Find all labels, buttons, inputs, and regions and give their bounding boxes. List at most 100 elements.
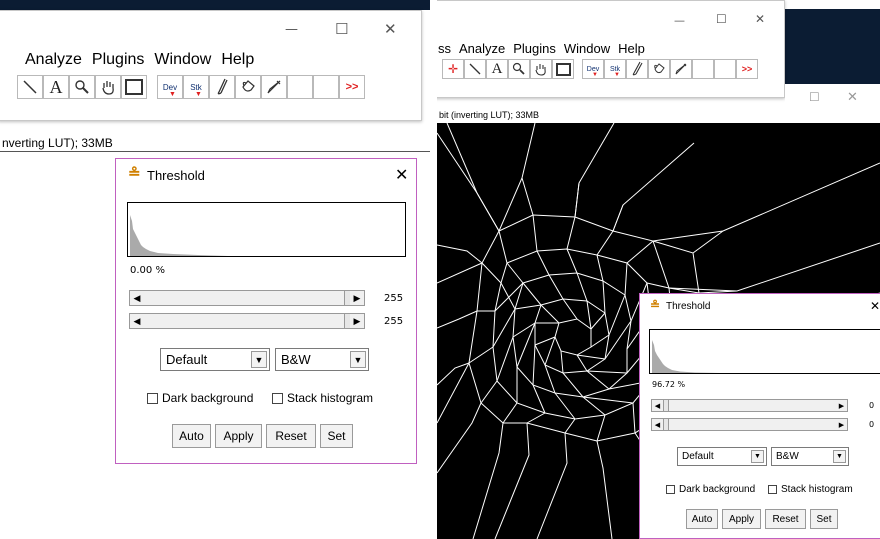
- histogram-bars: [652, 340, 720, 373]
- auto-button[interactable]: Auto: [172, 424, 211, 448]
- imagej-main-window: — ☐ ✕ ss Analyze Plugins Window Help ✛ A: [437, 0, 785, 98]
- reset-button[interactable]: Reset: [765, 509, 806, 529]
- empty-tool-slot[interactable]: [313, 75, 339, 99]
- brush-icon: [217, 78, 228, 95]
- stack-menu-tool[interactable]: Stk ▼: [183, 75, 209, 99]
- apply-button[interactable]: Apply: [722, 509, 761, 529]
- auto-button[interactable]: Auto: [686, 509, 718, 529]
- slider-left-arrow-icon[interactable]: ◀: [130, 291, 144, 305]
- menu-window[interactable]: Window: [154, 51, 211, 69]
- brush-tool[interactable]: [626, 59, 648, 79]
- threshold-dialog: ≗ Threshold ✕ 96.72 % ◀ ▶ 0 ◀ ▶ 0 Defaul…: [639, 293, 880, 539]
- stack-histogram-checkbox[interactable]: Stack histogram: [272, 391, 373, 405]
- dark-background-checkbox[interactable]: Dark background: [666, 484, 755, 495]
- histogram-plot: [127, 202, 406, 257]
- dark-background-checkbox[interactable]: Dark background: [147, 391, 253, 405]
- toolbar: A Dev ▼ Stk ▼ >>: [17, 75, 365, 99]
- magnifier-tool[interactable]: [508, 59, 530, 79]
- checkbox-box[interactable]: [272, 392, 283, 404]
- close-button[interactable]: ✕: [755, 13, 765, 25]
- brush-icon: [632, 61, 643, 76]
- empty-tool-slot[interactable]: [714, 59, 736, 79]
- color-swatch-icon: [125, 79, 143, 95]
- min-threshold-slider[interactable]: ◀ ▶: [651, 399, 848, 412]
- max-threshold-slider[interactable]: ◀ ▶: [651, 418, 848, 431]
- menu-help[interactable]: Help: [618, 41, 645, 56]
- pencil-tool[interactable]: [670, 59, 692, 79]
- line-icon: [23, 80, 37, 94]
- checkbox-box[interactable]: [147, 392, 158, 404]
- minimize-button[interactable]: —: [674, 15, 685, 26]
- checkbox-box[interactable]: [768, 485, 777, 494]
- method-select[interactable]: Default ▼: [677, 447, 767, 466]
- more-tools-button[interactable]: >>: [736, 59, 758, 79]
- slider-right-arrow-icon[interactable]: ▶: [836, 400, 847, 411]
- dialog-close-button[interactable]: ✕: [870, 299, 880, 313]
- reset-button[interactable]: Reset: [266, 424, 316, 448]
- method-select[interactable]: Default ▼: [160, 348, 270, 371]
- close-button[interactable]: ✕: [384, 22, 397, 37]
- menu-analyze[interactable]: Analyze: [25, 51, 82, 69]
- magnifier-icon: [75, 80, 89, 94]
- more-tools-button[interactable]: >>: [339, 75, 365, 99]
- slider-right-arrow-icon[interactable]: ▶: [836, 419, 847, 430]
- menu-plugins[interactable]: Plugins: [513, 41, 556, 56]
- menu-process-partial[interactable]: ss: [438, 41, 451, 56]
- chevron-down-icon: ▼: [251, 351, 267, 368]
- stack-histogram-checkbox[interactable]: Stack histogram: [768, 484, 853, 495]
- menu-analyze[interactable]: Analyze: [459, 41, 505, 56]
- histogram-plot: [649, 329, 880, 374]
- slider-thumb[interactable]: [663, 400, 669, 411]
- brush-tool[interactable]: [209, 75, 235, 99]
- text-tool[interactable]: A: [486, 59, 508, 79]
- checkbox-box[interactable]: [666, 485, 675, 494]
- set-button[interactable]: Set: [320, 424, 353, 448]
- color-picker-tool[interactable]: [121, 75, 147, 99]
- empty-tool-slot[interactable]: [287, 75, 313, 99]
- developer-menu-tool[interactable]: Dev ▼: [582, 59, 604, 79]
- slider-left-arrow-icon[interactable]: ◀: [130, 314, 144, 328]
- menu-plugins[interactable]: Plugins: [92, 51, 144, 69]
- hand-tool[interactable]: [95, 75, 121, 99]
- maximize-button[interactable]: ☐: [335, 22, 348, 37]
- menu-bar: ss Analyze Plugins Window Help: [438, 41, 645, 56]
- right-screenshot: — ☐ ✕ ss Analyze Plugins Window Help ✛ A: [437, 0, 880, 539]
- minimize-button[interactable]: —: [285, 23, 298, 36]
- menu-window[interactable]: Window: [564, 41, 610, 56]
- image-maximize-button[interactable]: ☐: [809, 91, 820, 103]
- line-tool[interactable]: [464, 59, 486, 79]
- slider-left-arrow-icon[interactable]: ◀: [652, 419, 663, 430]
- image-close-button[interactable]: ✕: [847, 91, 858, 104]
- text-tool[interactable]: A: [43, 75, 69, 99]
- menu-help[interactable]: Help: [221, 51, 254, 69]
- threshold-percentage: 0.00 %: [130, 265, 165, 276]
- mode-select[interactable]: B&W ▼: [771, 447, 849, 466]
- threshold-percentage: 96.72 %: [652, 380, 686, 389]
- slider-right-arrow-icon[interactable]: ▶: [350, 291, 364, 305]
- flood-fill-tool[interactable]: [235, 75, 261, 99]
- apply-button[interactable]: Apply: [215, 424, 262, 448]
- dialog-title: Threshold: [147, 168, 205, 183]
- color-picker-tool[interactable]: [552, 59, 574, 79]
- flood-fill-tool[interactable]: [648, 59, 670, 79]
- empty-tool-slot[interactable]: [692, 59, 714, 79]
- desktop-background: [0, 0, 430, 10]
- maximize-button[interactable]: ☐: [716, 13, 727, 25]
- slider-right-arrow-icon[interactable]: ▶: [350, 314, 364, 328]
- point-tool[interactable]: ✛: [442, 59, 464, 79]
- pencil-tool[interactable]: [261, 75, 287, 99]
- mode-select[interactable]: B&W ▼: [275, 348, 369, 371]
- hand-tool[interactable]: [530, 59, 552, 79]
- line-tool[interactable]: [17, 75, 43, 99]
- slider-thumb[interactable]: [663, 419, 669, 430]
- dialog-close-button[interactable]: ✕: [395, 165, 408, 184]
- hand-icon: [535, 64, 546, 76]
- min-threshold-slider[interactable]: ◀ ▶: [129, 290, 365, 306]
- slider-left-arrow-icon[interactable]: ◀: [652, 400, 663, 411]
- max-threshold-slider[interactable]: ◀ ▶: [129, 313, 365, 329]
- magnifier-icon: [512, 62, 525, 75]
- magnifier-tool[interactable]: [69, 75, 95, 99]
- stack-menu-tool[interactable]: Stk ▼: [604, 59, 626, 79]
- developer-menu-tool[interactable]: Dev ▼: [157, 75, 183, 99]
- set-button[interactable]: Set: [810, 509, 838, 529]
